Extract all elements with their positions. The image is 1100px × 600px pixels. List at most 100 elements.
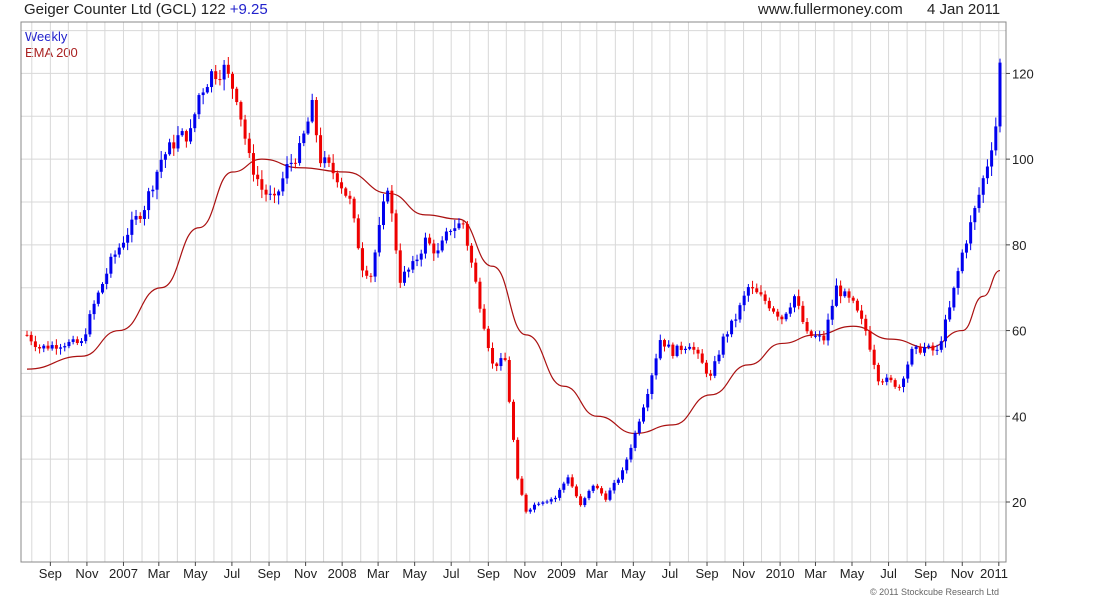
price-bar	[927, 345, 931, 348]
price-bar	[725, 334, 729, 337]
price-bar	[163, 154, 167, 160]
price-bar	[29, 334, 33, 342]
price-bar	[717, 354, 721, 362]
price-bar	[734, 319, 738, 321]
price-bar	[738, 305, 742, 320]
price-bar	[495, 363, 499, 367]
price-bar	[184, 131, 188, 142]
price-bar	[679, 345, 683, 351]
price-bar	[277, 191, 281, 196]
price-bar	[243, 119, 247, 139]
price-bar	[67, 341, 71, 347]
price-bar	[897, 386, 901, 388]
price-bar	[654, 358, 658, 376]
price-bar	[226, 64, 230, 74]
price-bar	[826, 319, 830, 341]
y-tick-label: 60	[1012, 324, 1026, 339]
x-tick-label: Nov	[513, 566, 537, 581]
price-bar	[675, 345, 679, 356]
price-bar	[893, 380, 897, 387]
x-tick-label: Jul	[880, 566, 897, 581]
x-tick-label: Nov	[951, 566, 975, 581]
price-bar	[247, 138, 251, 154]
price-bar	[964, 243, 968, 253]
price-bar	[709, 373, 713, 376]
y-tick-label: 40	[1012, 409, 1026, 424]
price-bar	[155, 171, 159, 190]
x-tick-label: 2010	[766, 566, 795, 581]
price-bar	[600, 488, 604, 494]
price-bar	[834, 285, 838, 306]
x-tick-label: Jul	[224, 566, 241, 581]
chart-frame	[20, 21, 1007, 563]
price-bar	[885, 377, 889, 382]
price-bar	[38, 347, 42, 349]
price-bar	[189, 128, 193, 142]
price-bar	[457, 223, 461, 229]
price-bar	[113, 254, 117, 257]
price-bar	[369, 275, 373, 277]
price-bar	[193, 114, 197, 129]
price-bar	[855, 300, 859, 311]
price-bar	[843, 291, 847, 297]
price-bar	[977, 194, 981, 209]
price-bar	[830, 305, 834, 320]
x-tick-label: Nov	[294, 566, 318, 581]
price-bar	[80, 341, 84, 344]
price-bar	[75, 339, 79, 344]
price-bar	[990, 150, 994, 167]
x-tick-label: 2008	[328, 566, 357, 581]
price-bar	[574, 486, 578, 497]
price-bar	[688, 346, 692, 349]
x-tick-label: 2011	[980, 566, 1008, 581]
price-bar	[512, 401, 515, 440]
price-bars	[25, 57, 1002, 514]
x-tick-label: May	[402, 566, 427, 581]
price-bar	[365, 270, 369, 276]
price-bar	[331, 162, 335, 174]
price-bar	[889, 377, 893, 381]
price-bar	[524, 494, 528, 512]
price-bar	[553, 497, 557, 500]
price-bar	[465, 223, 469, 246]
price-bar	[63, 346, 67, 348]
price-bar	[792, 296, 796, 308]
price-bar	[319, 135, 323, 164]
price-bar	[361, 248, 365, 271]
y-tick-label: 120	[1012, 66, 1034, 81]
x-axis: Sep Nov 2007 Mar May Jul Sep Nov 2008 Mar May Jul Se…	[39, 562, 1008, 581]
price-bar	[772, 308, 776, 312]
price-bar	[616, 479, 620, 483]
price-bar	[579, 496, 583, 506]
price-bar	[667, 344, 671, 347]
price-bar	[566, 477, 570, 484]
price-bar	[763, 294, 767, 301]
ema-layer	[26, 158, 1001, 435]
price-bar	[562, 483, 566, 490]
price-bar	[105, 273, 109, 284]
price-bar	[168, 142, 172, 155]
price-bar	[935, 349, 939, 351]
price-bar	[340, 182, 344, 189]
price-bar	[776, 311, 780, 317]
price-bar	[50, 345, 54, 349]
price-bar	[260, 179, 264, 190]
y-tick-label: 20	[1012, 495, 1026, 510]
price-bar	[746, 287, 750, 296]
price-bar	[142, 210, 146, 219]
price-bar	[130, 219, 134, 235]
price-bar	[923, 347, 927, 353]
price-bar	[625, 459, 629, 471]
price-bar	[948, 307, 952, 320]
price-bar	[541, 502, 545, 504]
price-bar	[205, 87, 209, 93]
price-bar	[818, 335, 822, 337]
price-bar	[692, 346, 696, 350]
price-bar	[969, 222, 973, 244]
price-bar	[407, 269, 411, 272]
price-bar	[780, 316, 784, 320]
price-bar	[860, 310, 864, 319]
plot-border	[20, 21, 1007, 563]
price-bar	[373, 252, 377, 277]
price-bar	[352, 198, 356, 219]
